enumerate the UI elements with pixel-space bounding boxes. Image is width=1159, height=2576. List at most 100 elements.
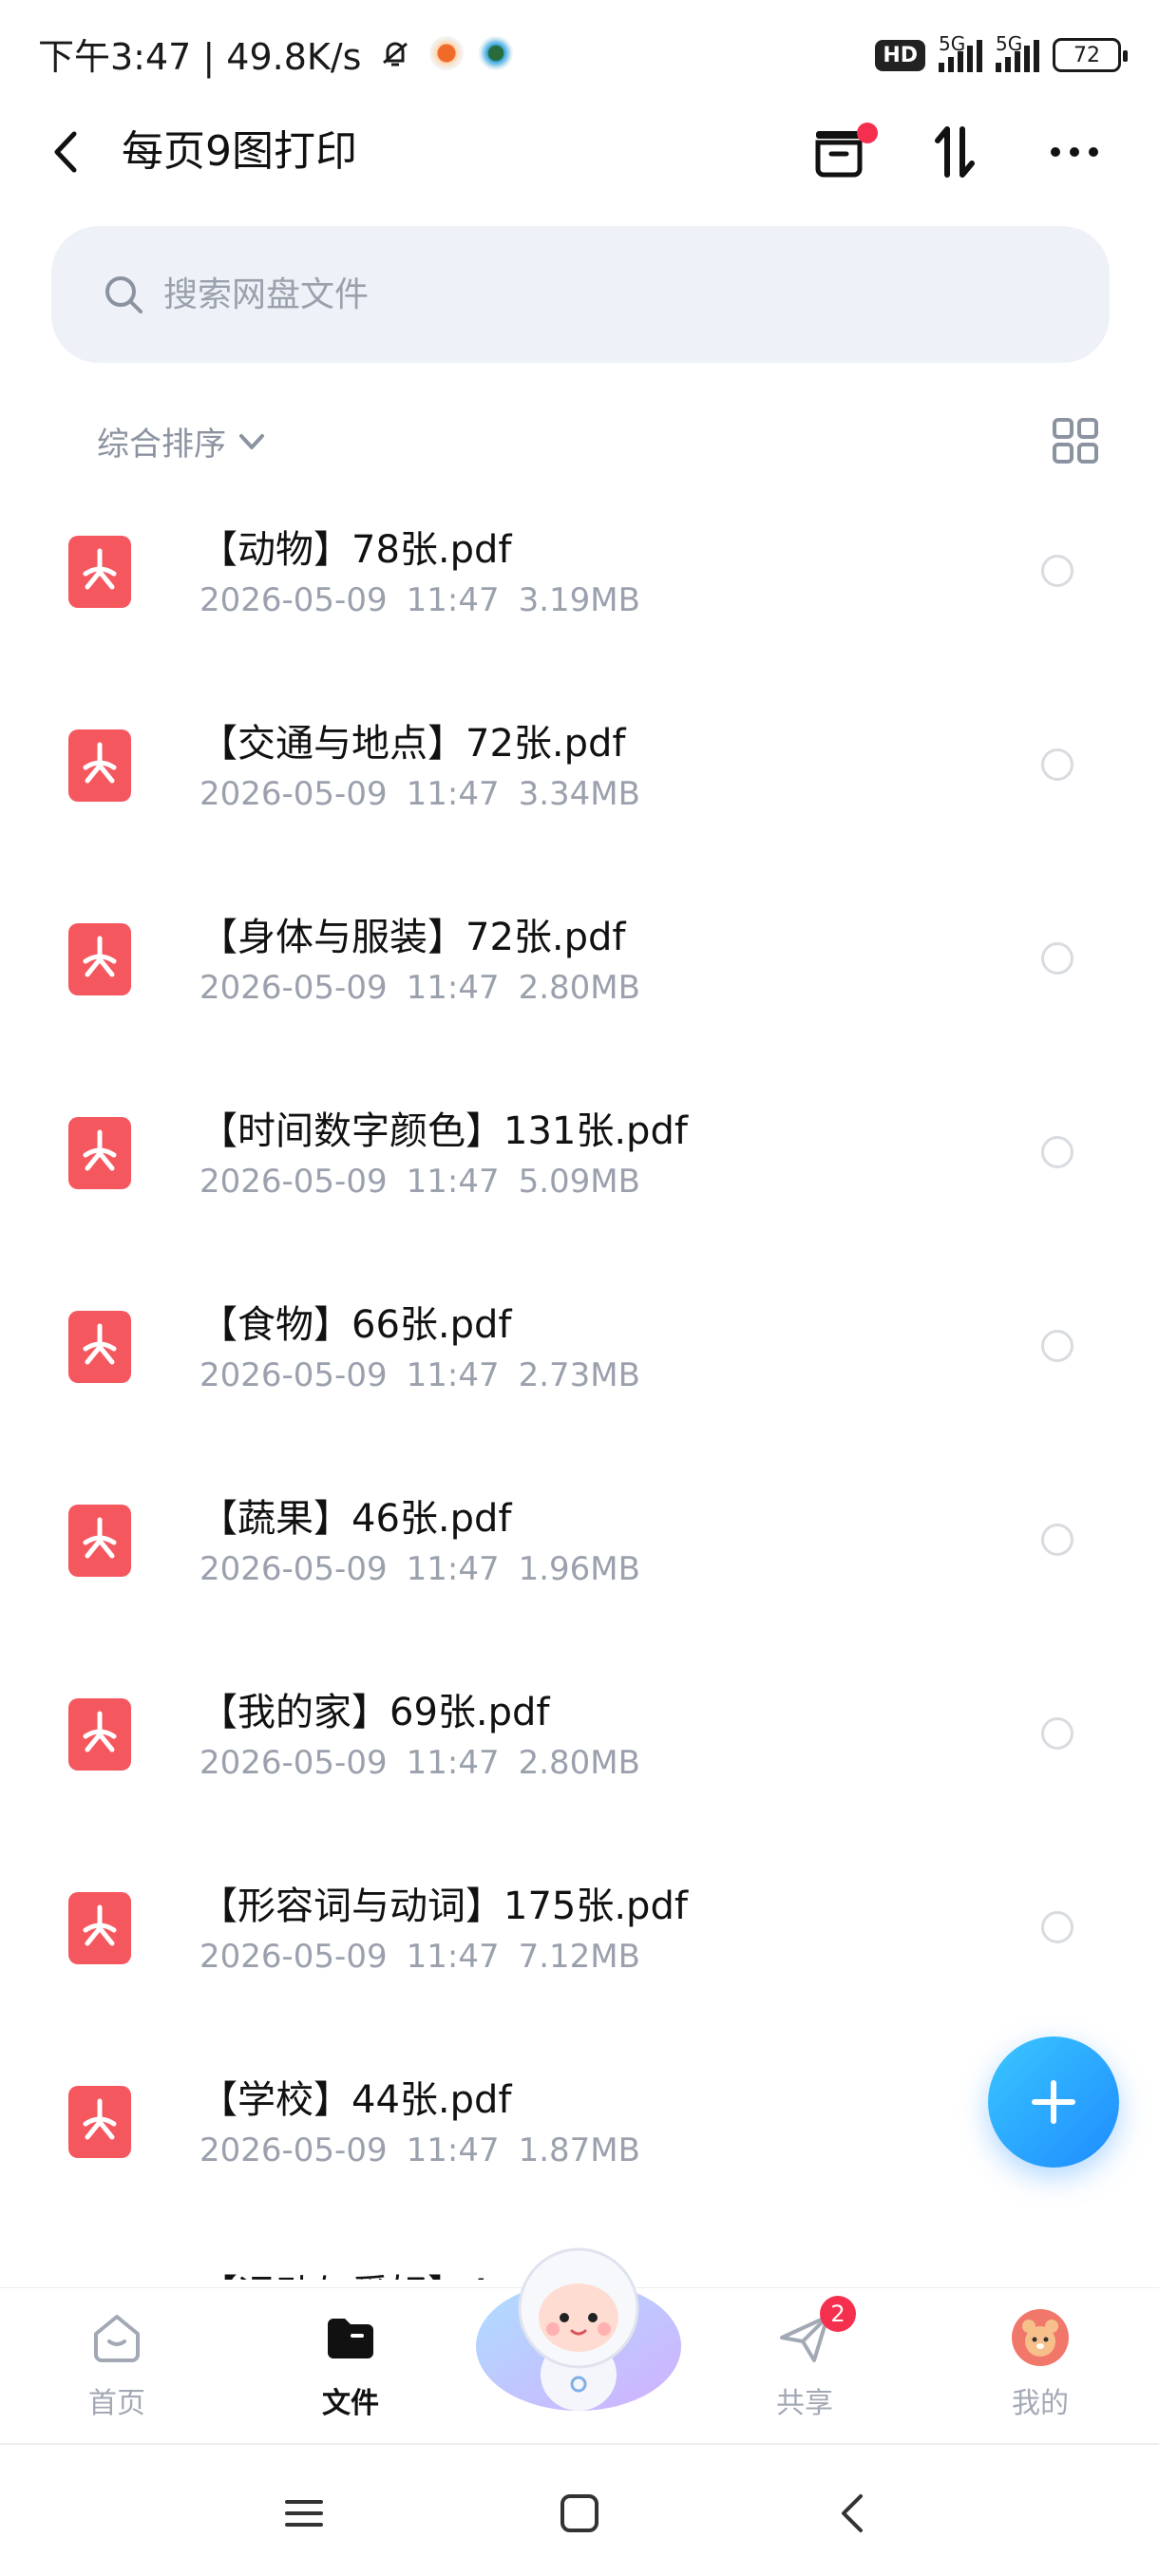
grid-view-icon[interactable] xyxy=(1051,416,1100,465)
nav-label-mine: 我的 xyxy=(1012,2387,1069,2420)
avatar xyxy=(1010,2307,1071,2368)
battery-icon: 72 xyxy=(1053,38,1128,72)
more-button[interactable] xyxy=(1041,119,1108,185)
hd-badge: HD xyxy=(875,39,925,71)
file-time: 11:47 xyxy=(406,775,500,813)
battery-level: 72 xyxy=(1074,43,1100,67)
sort-dropdown[interactable]: 综合排序 xyxy=(97,418,268,464)
file-size: 2.80MB xyxy=(518,1744,640,1782)
square-icon xyxy=(560,2494,598,2532)
file-row[interactable]: 【形容词与动词】175张.pdf 2026-05-09 11:47 7.12MB xyxy=(0,1831,1159,2025)
file-meta: 2026-05-09 11:47 7.12MB xyxy=(200,1938,640,1976)
file-name: 【交通与地点】72张.pdf xyxy=(200,722,626,766)
file-row[interactable]: 【动物】78张.pdf 2026-05-09 11:47 3.19MB xyxy=(0,475,1159,669)
file-meta: 2026-05-09 11:47 3.34MB xyxy=(200,775,640,813)
file-date: 2026-05-09 xyxy=(200,1163,388,1201)
more-icon xyxy=(1051,147,1098,157)
file-row[interactable]: 【时间数字颜色】131张.pdf 2026-05-09 11:47 5.09MB xyxy=(0,1056,1159,1250)
home-system-button[interactable] xyxy=(553,2487,606,2540)
sort-row: 综合排序 xyxy=(0,408,1159,475)
mute-bell-icon xyxy=(383,42,408,66)
select-checkbox[interactable] xyxy=(1041,942,1074,975)
select-checkbox[interactable] xyxy=(1041,748,1074,781)
home-icon xyxy=(86,2307,147,2368)
file-date: 2026-05-09 xyxy=(200,1938,388,1976)
file-meta: 2026-05-09 11:47 3.19MB xyxy=(200,581,640,619)
plus-icon xyxy=(1032,2080,1075,2124)
file-date: 2026-05-09 xyxy=(200,969,388,1007)
search-bar[interactable] xyxy=(51,226,1110,363)
file-time: 11:47 xyxy=(406,2131,500,2169)
file-row[interactable]: 【学校】44张.pdf 2026-05-09 11:47 1.87MB xyxy=(0,2025,1159,2219)
select-checkbox[interactable] xyxy=(1041,555,1074,587)
paper-plane-icon: 2 xyxy=(774,2296,856,2368)
file-time: 11:47 xyxy=(406,1356,500,1394)
pdf-file-icon xyxy=(68,1117,131,1189)
file-time: 11:47 xyxy=(406,1744,500,1782)
status-time-speed: 下午3:47 | 49.8K/s xyxy=(38,35,362,78)
nav-label-files: 文件 xyxy=(322,2387,379,2420)
file-meta: 2026-05-09 11:47 1.87MB xyxy=(200,2131,640,2169)
select-checkbox[interactable] xyxy=(1041,1330,1074,1362)
back-system-button[interactable] xyxy=(826,2487,880,2540)
pdf-file-icon xyxy=(68,1505,131,1577)
select-checkbox[interactable] xyxy=(1041,1136,1074,1168)
file-time: 11:47 xyxy=(406,581,500,619)
file-size: 1.87MB xyxy=(518,2131,640,2169)
back-icon xyxy=(54,131,77,173)
transfer-button[interactable] xyxy=(922,119,988,185)
nav-item-mine[interactable]: 我的 xyxy=(969,2307,1112,2431)
select-checkbox[interactable] xyxy=(1041,1717,1074,1750)
file-name: 【时间数字颜色】131张.pdf xyxy=(200,1109,688,1153)
file-row[interactable]: 【我的家】69张.pdf 2026-05-09 11:47 2.80MB xyxy=(0,1638,1159,1831)
file-meta: 2026-05-09 11:47 2.80MB xyxy=(200,1744,640,1782)
chevron-down-icon xyxy=(239,433,264,449)
select-checkbox[interactable] xyxy=(1041,1524,1074,1556)
recent-apps-button[interactable] xyxy=(277,2487,331,2540)
pdf-file-icon xyxy=(68,1698,131,1771)
sort-transfer-icon xyxy=(935,126,975,178)
file-row[interactable]: 【蔬果】46张.pdf 2026-05-09 11:47 1.96MB xyxy=(0,1444,1159,1638)
file-row[interactable]: 【身体与服装】72张.pdf 2026-05-09 11:47 2.80MB xyxy=(0,862,1159,1056)
file-date: 2026-05-09 xyxy=(200,1356,388,1394)
file-size: 5.09MB xyxy=(518,1163,640,1201)
select-checkbox[interactable] xyxy=(1041,1911,1074,1943)
file-row[interactable]: 【交通与地点】72张.pdf 2026-05-09 11:47 3.34MB xyxy=(0,669,1159,862)
notification-dot xyxy=(857,123,878,143)
assistant-mascot-button[interactable] xyxy=(473,2232,684,2422)
pdf-file-icon xyxy=(68,2086,131,2158)
pdf-file-icon xyxy=(68,536,131,608)
sort-label: 综合排序 xyxy=(97,426,226,464)
archive-button[interactable] xyxy=(806,119,878,185)
signal-label-2: 5G xyxy=(996,32,1023,55)
pdf-file-icon xyxy=(68,923,131,995)
status-right: HD 5G 5G 72 xyxy=(875,28,1128,82)
file-time: 11:47 xyxy=(406,1938,500,1976)
back-button[interactable] xyxy=(38,123,95,180)
add-fab-button[interactable] xyxy=(988,2036,1119,2168)
file-meta: 2026-05-09 11:47 2.73MB xyxy=(200,1356,640,1394)
file-name: 【身体与服装】72张.pdf xyxy=(200,916,626,959)
app-notification-icon-2 xyxy=(479,36,514,70)
file-meta: 2026-05-09 11:47 5.09MB xyxy=(200,1163,640,1201)
file-size: 1.96MB xyxy=(518,1550,640,1588)
file-meta: 2026-05-09 11:47 2.80MB xyxy=(200,969,640,1007)
nav-label-home: 首页 xyxy=(88,2387,145,2420)
file-size: 3.34MB xyxy=(518,775,640,813)
nav-item-files[interactable]: 文件 xyxy=(279,2307,422,2431)
search-input[interactable] xyxy=(163,275,1018,314)
file-date: 2026-05-09 xyxy=(200,581,388,619)
file-time: 11:47 xyxy=(406,1550,500,1588)
file-row[interactable]: 【食物】66张.pdf 2026-05-09 11:47 2.73MB xyxy=(0,1250,1159,1444)
pdf-file-icon xyxy=(68,729,131,802)
nav-item-share[interactable]: 2 共享 xyxy=(733,2296,876,2431)
file-date: 2026-05-09 xyxy=(200,775,388,813)
file-time: 11:47 xyxy=(406,1163,500,1201)
file-name: 【食物】66张.pdf xyxy=(200,1303,512,1347)
signal-label: 5G xyxy=(939,32,966,55)
file-size: 2.73MB xyxy=(518,1356,640,1394)
system-nav-bar xyxy=(0,2443,1159,2576)
file-name: 【动物】78张.pdf xyxy=(200,528,512,572)
nav-label-share: 共享 xyxy=(776,2387,833,2420)
nav-item-home[interactable]: 首页 xyxy=(46,2307,188,2431)
